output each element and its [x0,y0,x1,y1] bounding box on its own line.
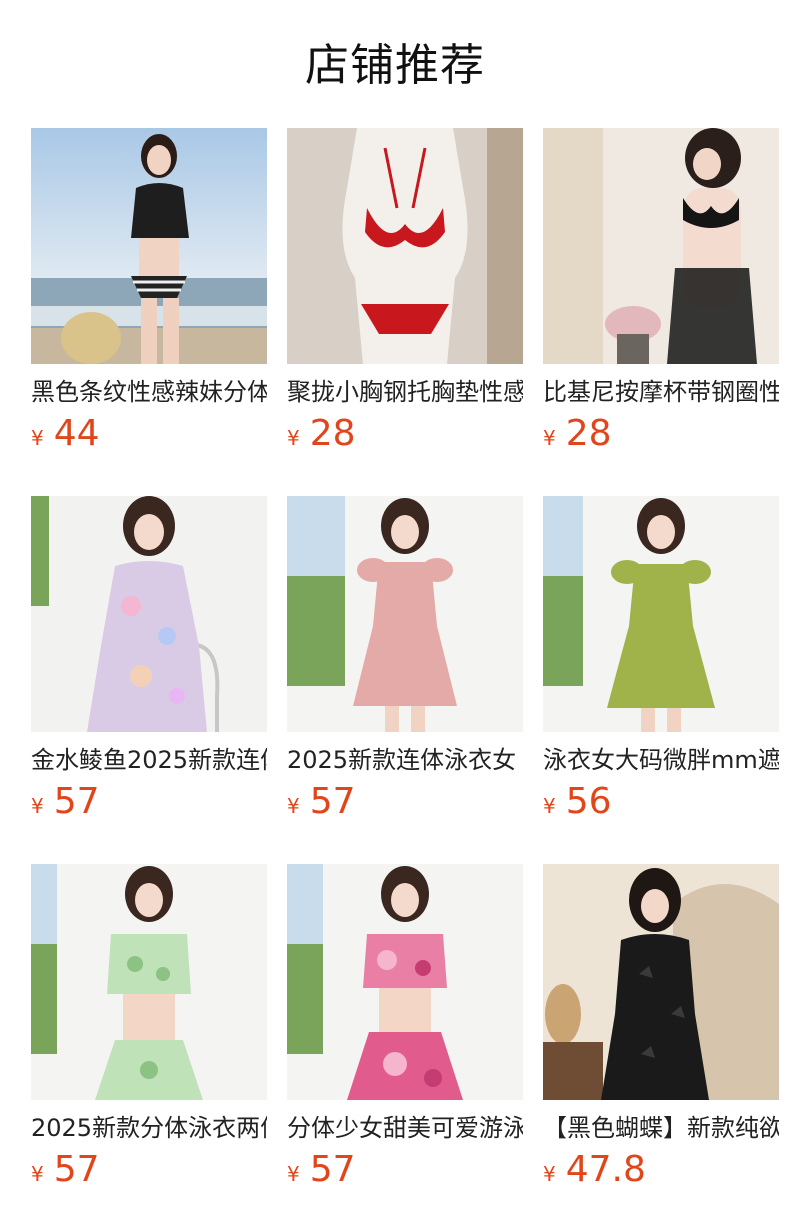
product-card[interactable]: 【黑色蝴蝶】新款纯欲风泳衣 ¥ 47.8 [543,864,779,1232]
price-amount: 57 [309,781,356,822]
product-price: ¥ 28 [287,414,523,458]
currency-symbol: ¥ [287,426,300,450]
product-price: ¥ 57 [31,1150,267,1194]
product-price: ¥ 57 [31,782,267,826]
currency-symbol: ¥ [287,794,300,818]
currency-symbol: ¥ [543,794,556,818]
product-image[interactable] [543,128,779,364]
product-card[interactable]: 2025新款连体泳衣女 ¥ 57 [287,496,523,864]
product-image[interactable] [287,128,523,364]
product-card[interactable]: 分体少女甜美可爱游泳衣 ¥ 57 [287,864,523,1232]
product-image[interactable] [543,496,779,732]
price-amount: 47.8 [565,1149,646,1190]
product-name[interactable]: 比基尼按摩杯带钢圈性感泳衣 [543,376,779,408]
product-image[interactable] [543,864,779,1100]
product-name[interactable]: 分体少女甜美可爱游泳衣 [287,1112,523,1144]
product-price: ¥ 44 [31,414,267,458]
product-card[interactable]: 黑色条纹性感辣妹分体泳衣 ¥ 44 [31,128,267,496]
price-amount: 56 [565,781,612,822]
currency-symbol: ¥ [287,1162,300,1186]
recommendation-page: 店铺推荐 黑色条纹性感辣妹分体 ¥ 44 聚拢小胸钢托胸垫性感 ¥ 28 比基尼… [0,0,790,1232]
currency-symbol: ¥ [31,794,44,818]
product-image[interactable] [287,864,523,1100]
currency-symbol: ¥ [543,426,556,450]
currency-symbol: ¥ [543,1162,556,1186]
price-amount: 57 [309,1149,356,1190]
product-image[interactable] [31,496,267,732]
product-card[interactable]: 2025新款分体泳衣两件套 ¥ 57 [31,864,267,1232]
currency-symbol: ¥ [31,426,44,450]
section-title: 店铺推荐 [305,40,485,91]
product-image[interactable] [287,496,523,732]
price-amount: 44 [53,413,100,454]
product-name[interactable]: 【黑色蝴蝶】新款纯欲风泳衣 [543,1112,779,1144]
price-amount: 57 [53,781,100,822]
product-card[interactable]: 比基尼按摩杯带钢圈性感泳衣 ¥ 28 [543,128,779,496]
product-price: ¥ 57 [287,782,523,826]
product-image[interactable] [31,128,267,364]
price-amount: 28 [309,413,356,454]
product-price: ¥ 28 [543,414,779,458]
product-name[interactable]: 金水鲮鱼2025新款连体泳衣 [31,744,267,776]
product-name[interactable]: 黑色条纹性感辣妹分体泳衣 [31,376,267,408]
price-amount: 57 [53,1149,100,1190]
product-card[interactable]: 金水鲮鱼2025新款连体泳衣 ¥ 57 [31,496,267,864]
product-name[interactable]: 2025新款分体泳衣两件套 [31,1112,267,1144]
product-card[interactable]: 泳衣女大码微胖mm遮肚 ¥ 56 [543,496,779,864]
product-price: ¥ 57 [287,1150,523,1194]
currency-symbol: ¥ [31,1162,44,1186]
product-name[interactable]: 聚拢小胸钢托胸垫性感比基尼 [287,376,523,408]
product-name[interactable]: 泳衣女大码微胖mm遮肚 [543,744,779,776]
product-card[interactable]: 聚拢小胸钢托胸垫性感比基尼 ¥ 28 [287,128,523,496]
product-grid: 黑色条纹性感辣妹分体泳衣 ¥ 44 聚拢小胸钢托胸垫性感比基尼 ¥ [31,128,790,1232]
product-name[interactable]: 2025新款连体泳衣女 [287,744,523,776]
product-price: ¥ 47.8 [543,1150,779,1194]
product-price: ¥ 56 [543,782,779,826]
product-image[interactable] [31,864,267,1100]
price-amount: 28 [565,413,612,454]
